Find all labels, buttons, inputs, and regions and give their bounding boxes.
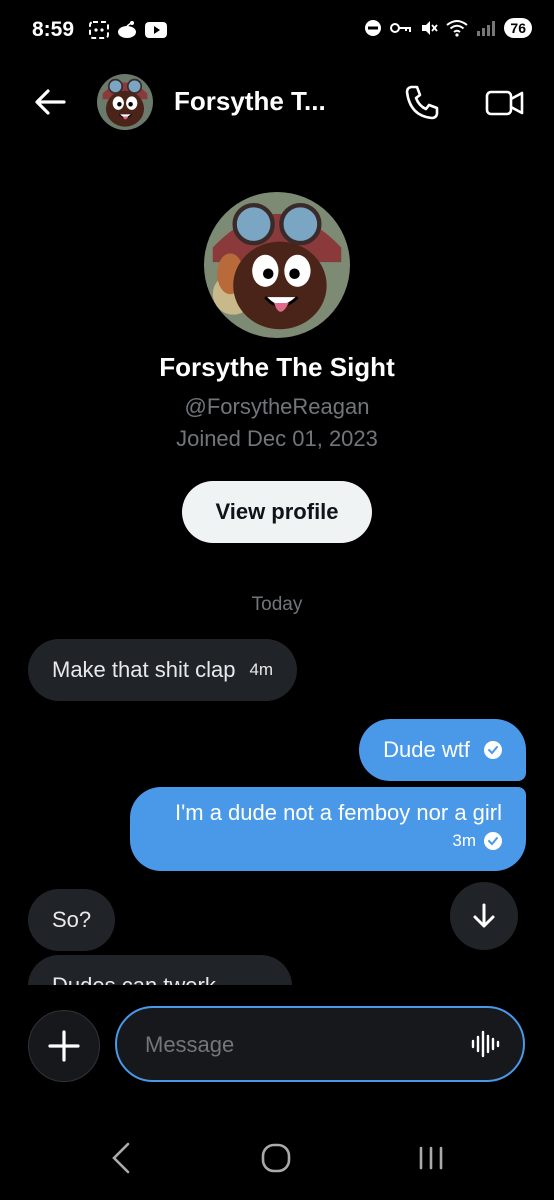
message-time: 3m bbox=[452, 831, 476, 850]
audio-waveform-icon bbox=[471, 1030, 500, 1058]
video-call-button[interactable] bbox=[484, 84, 526, 122]
message-text: Dudes can twerk bbox=[52, 972, 216, 985]
arrow-left-icon bbox=[35, 89, 66, 115]
message-text: Dude wtf bbox=[383, 737, 470, 762]
day-separator: Today bbox=[251, 594, 303, 615]
voice-message-button[interactable] bbox=[469, 1028, 501, 1060]
message-text: I'm a dude not a femboy nor a girl bbox=[174, 800, 502, 825]
message-time: 4m bbox=[249, 660, 274, 679]
voice-call-button[interactable] bbox=[402, 82, 442, 122]
read-check-icon bbox=[484, 741, 502, 759]
cartoon-avatar-icon bbox=[204, 192, 350, 338]
wifi-icon bbox=[446, 20, 469, 37]
read-check-icon bbox=[484, 832, 502, 850]
home-circle-icon bbox=[261, 1143, 291, 1173]
chevron-left-icon bbox=[112, 1142, 130, 1174]
profile-name: Forsythe The Sight bbox=[159, 352, 395, 382]
nav-back-button[interactable] bbox=[108, 1140, 136, 1176]
profile-avatar[interactable] bbox=[204, 192, 350, 338]
nav-recents-button[interactable] bbox=[416, 1142, 446, 1174]
profile-joined-date: Joined Dec 01, 2023 bbox=[176, 426, 378, 451]
conversation-title[interactable]: Forsythe T... bbox=[174, 86, 326, 117]
screenshot-icon bbox=[89, 21, 109, 39]
profile-handle: @ForsytheReagan bbox=[184, 394, 370, 419]
message-sent[interactable]: Dude wtf bbox=[359, 719, 526, 781]
mute-icon bbox=[422, 21, 439, 35]
add-attachment-button[interactable] bbox=[28, 1010, 100, 1082]
message-received[interactable]: So? bbox=[28, 889, 116, 951]
message-text: So? bbox=[52, 907, 92, 932]
vpn-key-icon bbox=[390, 23, 412, 33]
plus-icon bbox=[48, 1030, 80, 1062]
reddit-icon bbox=[118, 21, 136, 38]
header-avatar[interactable] bbox=[97, 74, 153, 130]
view-profile-button[interactable]: View profile bbox=[182, 481, 372, 543]
nav-home-button[interactable] bbox=[260, 1142, 292, 1174]
status-notification-icons bbox=[88, 20, 168, 40]
status-system-icons: 76 bbox=[364, 18, 532, 38]
message-received[interactable]: Make that shit clap 4m bbox=[28, 639, 298, 701]
do-not-disturb-icon bbox=[365, 20, 382, 36]
message-text: Make that shit clap bbox=[52, 657, 236, 682]
back-button[interactable] bbox=[30, 82, 70, 122]
youtube-icon bbox=[145, 22, 167, 38]
message-sent[interactable]: I'm a dude not a femboy nor a girl 3m bbox=[130, 787, 526, 871]
message-received-partial[interactable]: Dudes can twerk bbox=[28, 955, 292, 985]
status-time: 8:59 bbox=[32, 18, 75, 41]
message-composer bbox=[115, 1006, 525, 1082]
video-camera-icon bbox=[485, 90, 524, 116]
phone-icon bbox=[405, 85, 439, 120]
scroll-to-bottom-button[interactable] bbox=[450, 882, 518, 950]
recent-apps-icon bbox=[419, 1146, 443, 1170]
message-input[interactable] bbox=[143, 1026, 447, 1064]
arrow-down-icon bbox=[473, 903, 495, 928]
battery-indicator: 76 bbox=[504, 18, 532, 38]
cartoon-avatar-icon bbox=[97, 74, 153, 130]
signal-icon bbox=[477, 21, 496, 36]
